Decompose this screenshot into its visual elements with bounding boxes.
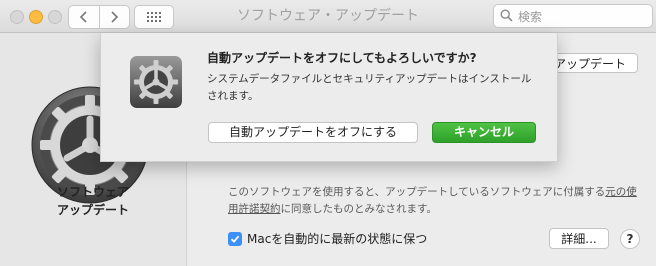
grid-icon — [147, 12, 161, 22]
dialog-message: システムデータファイルとセキュリティアップデートはインストールされます。 — [207, 73, 532, 102]
terms-suffix: に同意したものとみなされます。 — [280, 203, 437, 215]
checkmark-icon — [230, 235, 240, 243]
pane-title-line1: ソフトウェア — [56, 185, 129, 199]
search-field[interactable]: 検索 — [493, 4, 653, 28]
back-button[interactable] — [69, 6, 99, 28]
turn-off-auto-update-button[interactable]: 自動アップデートをオフにする — [208, 122, 418, 143]
chevron-right-icon — [111, 11, 119, 23]
cancel-button[interactable]: キャンセル — [432, 122, 536, 143]
navigation-buttons — [68, 5, 130, 29]
dialog-title: 自動アップデートをオフにしてもよろしいですか? — [207, 51, 477, 65]
pane-title-line2: アップデート — [56, 203, 129, 217]
forward-button[interactable] — [98, 6, 130, 28]
dialog-icon — [130, 56, 182, 108]
gear-icon — [134, 60, 178, 104]
advanced-button[interactable]: 詳細... — [549, 228, 609, 249]
title-bar: ソフトウェア・アップデート 検索 — [0, 0, 656, 33]
chevron-left-icon — [79, 11, 87, 23]
confirm-dialog: 自動アップデートをオフにしてもよろしいですか? システムデータファイルとセキュリ… — [100, 33, 558, 162]
auto-update-checkbox[interactable] — [228, 231, 242, 246]
search-icon — [500, 9, 513, 22]
minimize-window-button[interactable] — [29, 10, 43, 24]
search-placeholder: 検索 — [518, 10, 543, 24]
license-terms-text: このソフトウェアを使用すると、アップデートしているソフトウェアに付属する元の使用… — [228, 184, 638, 218]
close-window-button[interactable] — [10, 10, 24, 24]
show-all-button[interactable] — [134, 5, 174, 29]
auto-update-label: Macを自動的に最新の状態に保つ — [247, 232, 428, 246]
zoom-window-button[interactable] — [48, 10, 62, 24]
auto-update-row: Macを自動的に最新の状態に保つ — [228, 230, 427, 247]
pane-title: ソフトウェア アップデート — [0, 183, 186, 219]
terms-text: このソフトウェアを使用すると、アップデートしているソフトウェアに付属する — [228, 186, 606, 198]
help-button[interactable]: ? — [620, 229, 640, 249]
